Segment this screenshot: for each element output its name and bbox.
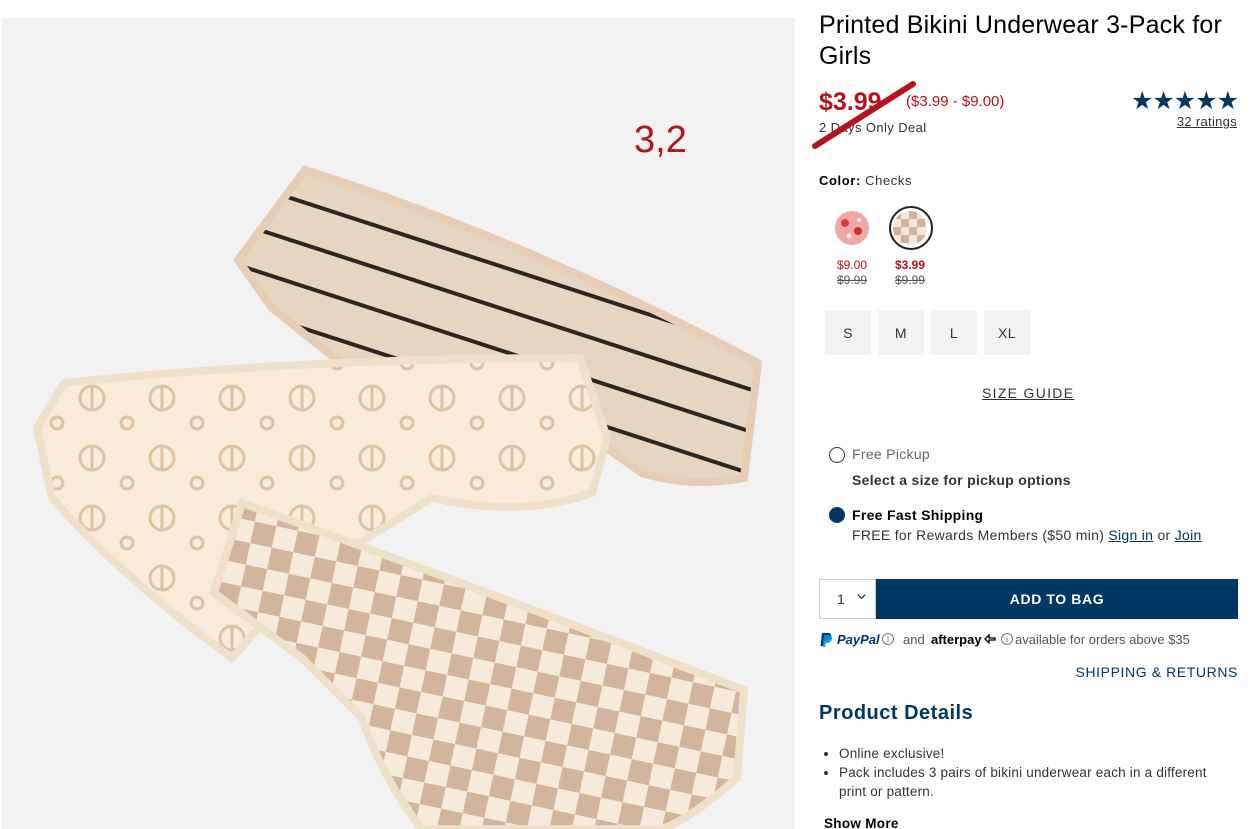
size-button-m[interactable]: M bbox=[878, 310, 924, 355]
color-swatch-floral[interactable]: $9.00 $9.99 bbox=[832, 211, 872, 287]
paypal-logo-icon bbox=[820, 633, 833, 647]
size-button-xl[interactable]: XL bbox=[984, 310, 1030, 355]
pickup-instructions: Select a size for pickup options bbox=[852, 472, 1071, 488]
color-label: Color: Checks bbox=[819, 173, 912, 188]
payment-options: PayPal i and afterpay i available for or… bbox=[819, 631, 1239, 649]
image-overlay-number: 3,2 bbox=[634, 119, 687, 161]
paypal-label: PayPal bbox=[837, 632, 880, 647]
afterpay-note: available for orders above $35 bbox=[1015, 632, 1190, 647]
checks-swatch-icon bbox=[893, 211, 927, 245]
quantity-select[interactable]: 1 bbox=[819, 579, 876, 619]
show-more-link[interactable]: Show More bbox=[824, 816, 899, 829]
list-item: Online exclusive! bbox=[839, 744, 1219, 763]
shipping-info: FREE for Rewards Members ($50 min) Sign … bbox=[852, 527, 1202, 543]
paypal-info-icon[interactable]: i bbox=[882, 633, 894, 645]
list-item: Pack includes 3 pairs of bikini underwea… bbox=[839, 763, 1219, 801]
product-details-heading: Product Details bbox=[819, 702, 974, 724]
shipping-info-text: FREE for Rewards Members ($50 min) bbox=[852, 527, 1109, 543]
color-label-title: Color: bbox=[819, 173, 861, 188]
free-pickup-label: Free Pickup bbox=[852, 446, 930, 462]
shipping-returns-link[interactable]: SHIPPING & RETURNS bbox=[1076, 664, 1239, 680]
floral-swatch-icon bbox=[835, 211, 869, 245]
color-swatch-checks[interactable]: $3.99 $9.99 bbox=[889, 206, 933, 287]
free-pickup-radio[interactable] bbox=[829, 447, 845, 463]
swatch-price: $9.00 bbox=[836, 258, 868, 272]
swatch-original-price: $9.99 bbox=[894, 273, 926, 287]
join-link[interactable]: Join bbox=[1175, 527, 1202, 543]
ratings-link[interactable]: 32 ratings bbox=[1177, 114, 1237, 129]
price-range: ($3.99 - $9.00) bbox=[906, 93, 1005, 110]
product-image[interactable]: 3,2 bbox=[2, 18, 795, 829]
or-text: or bbox=[1153, 527, 1175, 543]
rating-stars: ★★★★★ bbox=[1130, 87, 1239, 115]
red-strike-mark bbox=[812, 81, 916, 149]
add-to-bag-button[interactable]: ADD TO BAG bbox=[876, 579, 1238, 619]
quantity-value: 1 bbox=[837, 591, 845, 607]
chevron-down-icon bbox=[857, 594, 866, 600]
free-shipping-radio[interactable] bbox=[829, 507, 845, 523]
selected-color-name: Checks bbox=[865, 173, 913, 188]
and-text: and bbox=[903, 632, 925, 647]
afterpay-label: afterpay bbox=[931, 632, 982, 647]
size-guide-link[interactable]: SIZE GUIDE bbox=[982, 385, 1074, 401]
afterpay-info-icon[interactable]: i bbox=[1001, 633, 1013, 645]
swatch-original-price: $9.99 bbox=[836, 273, 868, 287]
product-title: Printed Bikini Underwear 3-Pack for Girl… bbox=[819, 11, 1222, 70]
free-shipping-label: Free Fast Shipping bbox=[852, 507, 984, 523]
product-details-list: Online exclusive! Pack includes 3 pairs … bbox=[839, 744, 1219, 801]
size-button-s[interactable]: S bbox=[825, 310, 871, 355]
swatch-price: $3.99 bbox=[894, 258, 926, 272]
afterpay-logo-icon bbox=[984, 634, 996, 644]
sign-in-link[interactable]: Sign in bbox=[1108, 527, 1153, 543]
size-button-l[interactable]: L bbox=[931, 310, 977, 355]
